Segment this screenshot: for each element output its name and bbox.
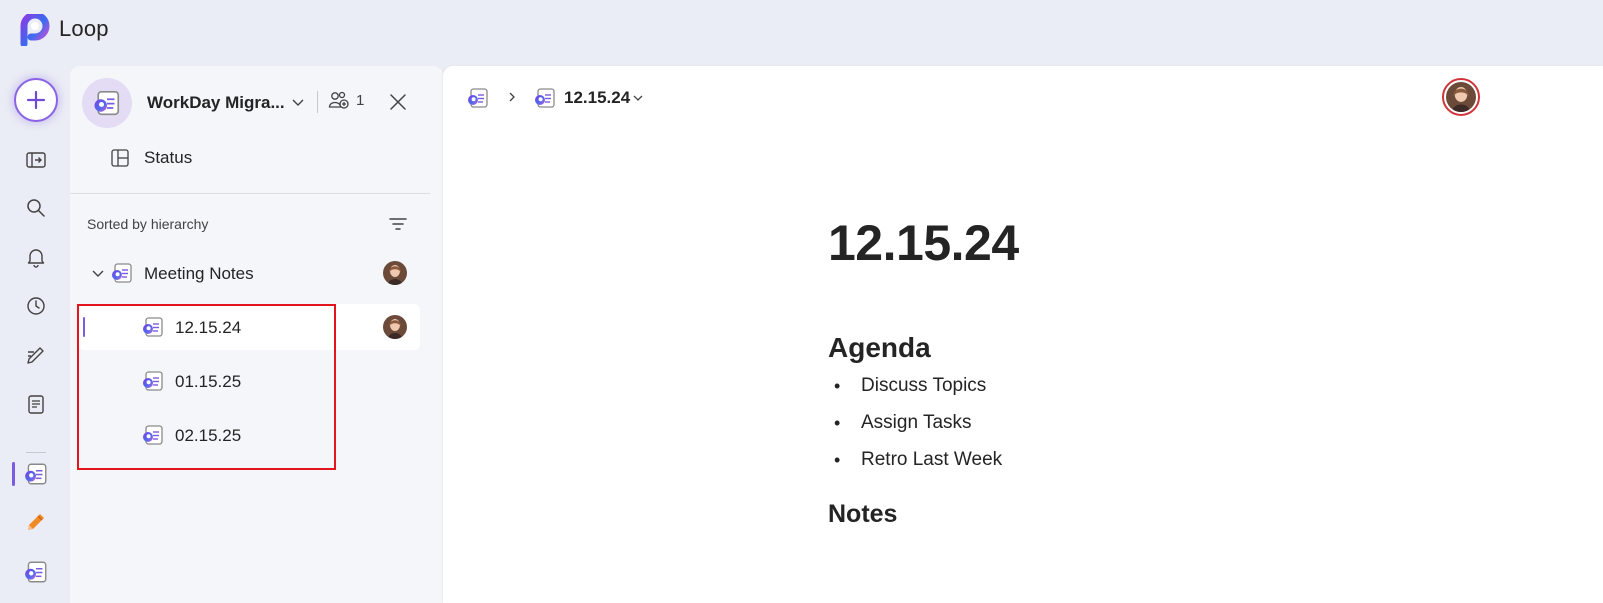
list-item[interactable]: Retro Last Week — [828, 448, 1002, 485]
open-panel-icon — [26, 152, 46, 168]
avatar — [383, 315, 407, 339]
new-button[interactable] — [14, 78, 58, 122]
avatar — [383, 261, 407, 285]
chevron-down-icon[interactable] — [631, 91, 645, 105]
search-button[interactable] — [20, 192, 52, 224]
section-heading-agenda[interactable]: Agenda — [828, 332, 931, 364]
workspace-avatar[interactable] — [82, 78, 132, 128]
bell-icon — [27, 249, 45, 268]
chevron-down-icon[interactable] — [90, 265, 106, 281]
highlight-annotation-box — [77, 304, 336, 470]
top-bar: Loop — [0, 0, 1603, 60]
open-panel-button[interactable] — [20, 144, 52, 176]
chevron-down-icon[interactable] — [290, 94, 306, 110]
ideas-pen-icon — [27, 347, 44, 364]
workspace-title[interactable]: WorkDay Migra... — [147, 93, 285, 113]
filter-icon[interactable] — [388, 214, 408, 234]
notes-icon — [28, 395, 44, 414]
member-count: 1 — [356, 91, 365, 109]
list-item[interactable]: Discuss Topics — [828, 374, 1002, 411]
left-rail — [0, 66, 70, 603]
people-add-icon — [328, 91, 349, 109]
edit-workspace-button[interactable] — [20, 506, 52, 538]
recent-button[interactable] — [20, 290, 52, 322]
workspace-breadcrumb-icon[interactable] — [465, 86, 491, 110]
workspace-icon — [23, 461, 49, 487]
tree-item-label: Meeting Notes — [144, 264, 254, 283]
header-divider — [317, 91, 318, 113]
notes-button[interactable] — [20, 388, 52, 420]
edit-pencil-icon — [28, 514, 44, 530]
plus-icon — [26, 90, 46, 110]
rail-divider — [26, 452, 46, 453]
workspace-button[interactable] — [20, 458, 52, 490]
list-item[interactable]: Assign Tasks — [828, 411, 1002, 448]
ideas-button[interactable] — [20, 339, 52, 371]
agenda-list: Discuss Topics Assign Tasks Retro Last W… — [828, 374, 1002, 485]
breadcrumb-current[interactable]: 12.15.24 — [564, 88, 630, 108]
tree-item-meeting-notes[interactable]: Meeting Notes — [78, 250, 420, 296]
workspace-icon-2 — [23, 559, 49, 585]
workspace-button-2[interactable] — [20, 556, 52, 588]
panel-divider — [70, 193, 430, 194]
loop-page-icon — [110, 261, 134, 285]
loop-page-icon — [533, 86, 557, 110]
status-item[interactable]: Status — [110, 148, 192, 168]
notifications-button[interactable] — [20, 241, 52, 273]
document-canvas: 12.15.24 12.15.24 Agenda Discuss Topics … — [443, 66, 1603, 603]
close-icon[interactable] — [388, 92, 408, 112]
board-icon — [111, 149, 129, 167]
workspace-icon — [92, 88, 122, 118]
chevron-right-icon — [509, 92, 515, 102]
page-title[interactable]: 12.15.24 — [828, 214, 1019, 272]
sort-label: Sorted by hierarchy — [87, 216, 209, 232]
loop-logo-icon — [20, 14, 50, 46]
rail-active-indicator — [12, 462, 15, 486]
section-heading-notes[interactable]: Notes — [828, 500, 897, 529]
recent-clock-icon — [27, 297, 45, 315]
members-button[interactable]: 1 — [328, 90, 364, 110]
search-icon — [27, 199, 45, 217]
app-name: Loop — [59, 16, 109, 41]
status-label: Status — [144, 148, 193, 167]
user-avatar[interactable] — [1442, 78, 1480, 116]
